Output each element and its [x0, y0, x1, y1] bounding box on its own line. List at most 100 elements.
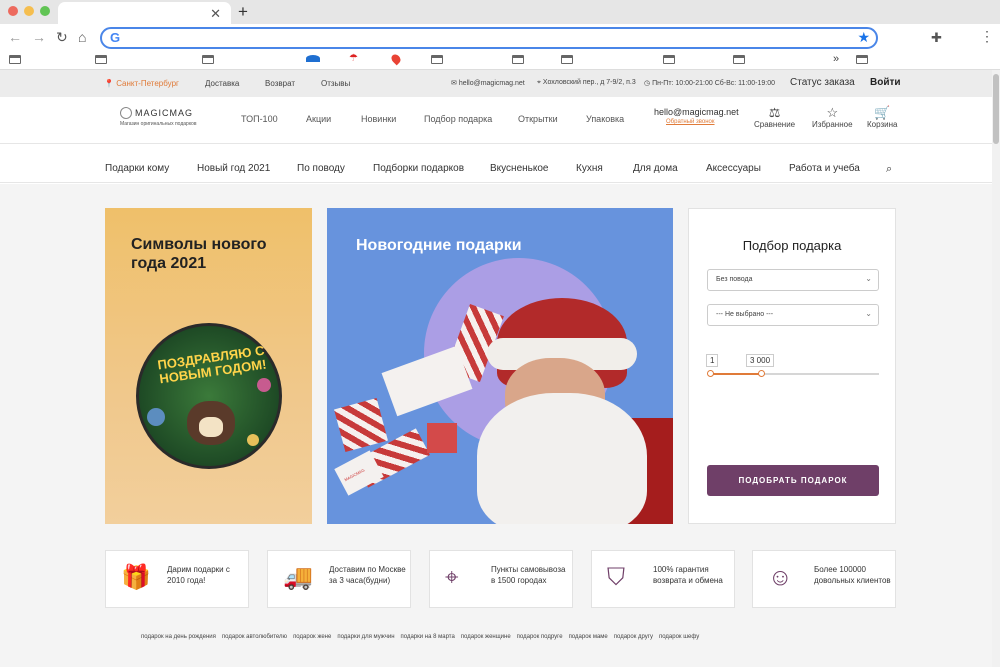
- tag-link[interactable]: подарок маме: [569, 634, 608, 640]
- cat-gifts-for[interactable]: Подарки кому: [105, 163, 169, 174]
- return-link[interactable]: Возврат: [265, 79, 295, 88]
- feature-text: Дарим подарки с 2010 года!: [167, 565, 230, 585]
- google-icon: G: [110, 30, 121, 45]
- bookmark-favicon[interactable]: [306, 55, 320, 62]
- tag-link[interactable]: подарки для мужчин: [337, 634, 394, 640]
- ornament-ball: [147, 408, 165, 426]
- close-icon[interactable]: ✕: [210, 6, 221, 22]
- folder-icon[interactable]: [856, 55, 868, 64]
- cat-kitchen[interactable]: Кухня: [576, 163, 603, 174]
- browser-tabstrip: ✕ +: [0, 0, 1000, 26]
- website: 📍 Санкт-Петербург Доставка Возврат Отзыв…: [0, 70, 992, 667]
- folder-icon[interactable]: [561, 55, 573, 64]
- tag-link[interactable]: подарок автолюбителю: [222, 634, 287, 640]
- folder-icon[interactable]: [512, 55, 524, 64]
- cart-button[interactable]: 🛒 Корзина: [867, 105, 897, 130]
- nav-top100[interactable]: ТОП-100: [241, 114, 278, 124]
- chevron-down-icon: ⌄: [865, 274, 872, 283]
- cart-icon: 🛒: [874, 105, 891, 120]
- slider-min-handle[interactable]: [707, 370, 714, 377]
- header-email[interactable]: hello@magicmag.net: [654, 107, 739, 117]
- folder-icon[interactable]: [202, 55, 214, 64]
- callback-link[interactable]: Обратный звонок: [666, 119, 715, 125]
- new-year-plate-image: ПОЗДРАВЛЯЮ С НОВЫМ ГОДОМ!: [136, 323, 282, 469]
- tag-link[interactable]: подарок женщине: [461, 634, 511, 640]
- new-tab-button[interactable]: +: [238, 2, 248, 22]
- folder-icon[interactable]: [95, 55, 107, 64]
- tag-link[interactable]: подарок подруге: [517, 634, 563, 640]
- symbols-banner[interactable]: Символы нового года 2021 ПОЗДРАВЛЯЮ С НО…: [105, 208, 312, 524]
- cat-new-year[interactable]: Новый год 2021: [197, 163, 270, 174]
- folder-icon[interactable]: [663, 55, 675, 64]
- pick-gift-button[interactable]: ПОДОБРАТЬ ПОДАРОК: [707, 465, 879, 496]
- cat-work-study[interactable]: Работа и учеба: [789, 163, 860, 174]
- back-icon[interactable]: ←: [8, 29, 22, 45]
- compare-icon: ⚖: [768, 105, 781, 120]
- nav-packaging[interactable]: Упаковка: [586, 114, 624, 124]
- folder-icon[interactable]: [431, 55, 443, 64]
- login-link[interactable]: Войти: [870, 77, 901, 88]
- star-icon: ☆: [826, 105, 839, 120]
- cat-accessories[interactable]: Аксессуары: [706, 163, 761, 174]
- nav-new[interactable]: Новинки: [361, 114, 396, 124]
- price-min-input[interactable]: 1: [706, 354, 719, 367]
- occasion-value: Без повода: [716, 276, 753, 283]
- tag-link[interactable]: подарки на 8 марта: [401, 634, 455, 640]
- reload-icon[interactable]: ↻: [56, 29, 68, 46]
- logo-tagline: Магазин оригинальных подарков: [120, 121, 197, 127]
- tag-link[interactable]: подарок другу: [614, 634, 653, 640]
- scrollbar[interactable]: [992, 70, 1000, 667]
- cat-home[interactable]: Для дома: [633, 163, 678, 174]
- topbar-email[interactable]: ✉ hello@magicmag.net: [451, 79, 525, 87]
- tag-link[interactable]: подарок на день рождения: [141, 634, 216, 640]
- scrollbar-thumb[interactable]: [993, 74, 999, 144]
- cat-collections[interactable]: Подборки подарков: [373, 163, 464, 174]
- shield-icon: ⛉: [607, 564, 625, 591]
- umbrella-icon[interactable]: ☂: [349, 53, 358, 64]
- browser-tab[interactable]: ✕: [58, 2, 231, 26]
- search-icon[interactable]: ⌕: [886, 163, 892, 176]
- home-icon[interactable]: ⌂: [78, 29, 86, 45]
- nav-sales[interactable]: Акции: [306, 114, 331, 124]
- order-status-link[interactable]: Статус заказа: [790, 77, 855, 88]
- city-selector[interactable]: 📍 Санкт-Петербург: [104, 79, 179, 88]
- nav-cards[interactable]: Открытки: [518, 114, 558, 124]
- ornament-ball: [257, 378, 271, 392]
- extensions-icon[interactable]: ✚: [931, 30, 942, 46]
- slider-max-handle[interactable]: [757, 370, 765, 377]
- menu-icon[interactable]: ⋮: [980, 28, 994, 45]
- maximize-window-button[interactable]: [40, 6, 50, 16]
- cat-occasion[interactable]: По поводу: [297, 163, 345, 174]
- favorites-button[interactable]: ☆ Избранное: [812, 105, 853, 130]
- price-max-input[interactable]: 3 000: [746, 354, 775, 367]
- santa-beard: [477, 393, 647, 524]
- new-year-gifts-banner[interactable]: MAGICMAG Новогодние подарки: [327, 208, 673, 524]
- folder-icon[interactable]: [733, 55, 745, 64]
- gifts-banner-title: Новогодние подарки: [356, 237, 522, 254]
- address-bar[interactable]: G ★: [100, 27, 878, 49]
- logo-name: MAGICMAG: [135, 108, 194, 118]
- tag-link[interactable]: подарок шефу: [659, 634, 699, 640]
- truck-icon: 🚚: [283, 564, 313, 591]
- price-slider[interactable]: [707, 370, 879, 377]
- minimize-window-button[interactable]: [24, 6, 34, 16]
- compare-button[interactable]: ⚖ Сравнение: [754, 105, 795, 130]
- nav-gift-selection[interactable]: Подбор подарка: [424, 114, 492, 124]
- delivery-link[interactable]: Доставка: [205, 79, 239, 88]
- recipient-value: --- Не выбрано ---: [716, 311, 774, 318]
- gift-box: [427, 423, 457, 453]
- more-bookmarks-icon[interactable]: »: [833, 53, 839, 65]
- close-window-button[interactable]: [8, 6, 18, 16]
- feature-text: 100% гарантия возврата и обмена: [653, 565, 723, 585]
- recipient-select[interactable]: --- Не выбрано --- ⌄: [707, 304, 879, 326]
- reviews-link[interactable]: Отзывы: [321, 79, 350, 88]
- cat-tasty[interactable]: Вкусненькое: [490, 163, 548, 174]
- bookmark-star-icon[interactable]: ★: [857, 29, 870, 46]
- logo[interactable]: MAGICMAG Магазин оригинальных подарков: [120, 107, 197, 127]
- tag-link[interactable]: подарок жене: [293, 634, 331, 640]
- maps-pin-icon[interactable]: [389, 52, 403, 66]
- forward-icon[interactable]: →: [32, 29, 46, 45]
- folder-icon[interactable]: [9, 55, 21, 64]
- gift-box: [334, 398, 388, 452]
- occasion-select[interactable]: Без повода ⌄: [707, 269, 879, 291]
